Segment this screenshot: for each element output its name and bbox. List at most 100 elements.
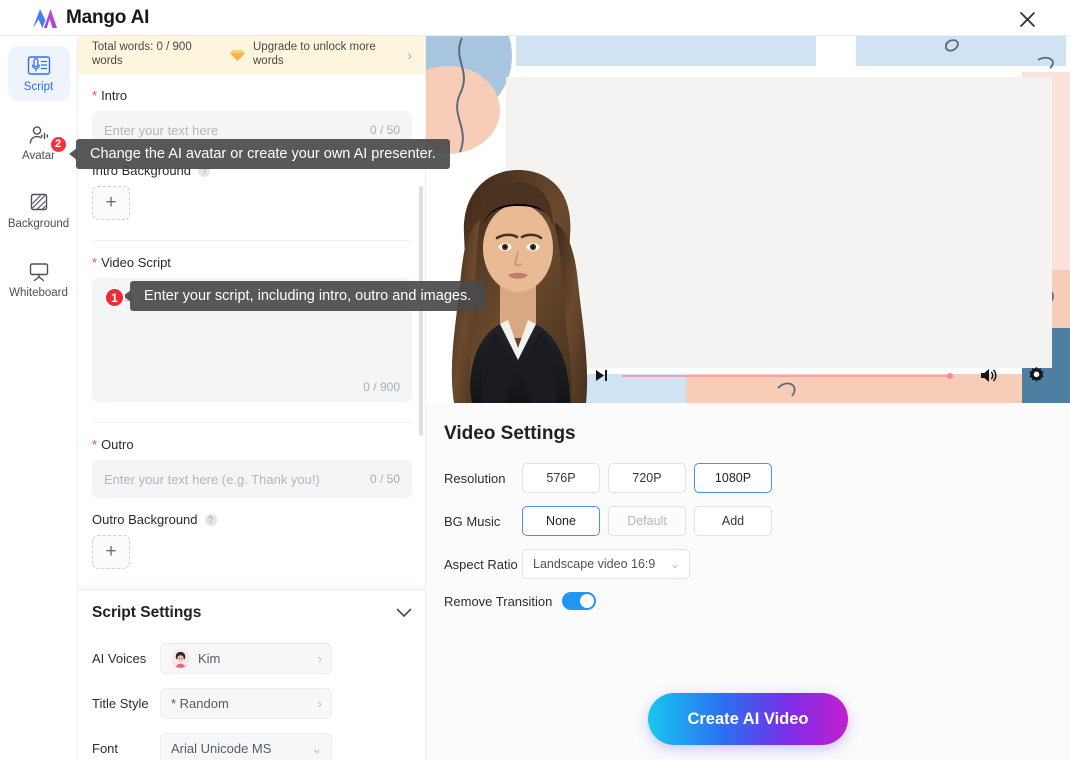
required-asterisk: *	[92, 88, 98, 103]
tooltip-avatar: Change the AI avatar or create your own …	[69, 139, 450, 169]
whiteboard-icon	[29, 262, 48, 281]
required-asterisk: *	[92, 437, 98, 452]
sidebar-item-label: Background	[7, 218, 70, 230]
close-icon	[1019, 11, 1035, 27]
bg-music-option-none[interactable]: None	[522, 506, 600, 536]
gear-icon	[1029, 366, 1044, 382]
help-icon[interactable]: ?	[204, 513, 217, 526]
chevron-right-icon: ›	[317, 696, 322, 711]
app-window: Mango AI Script Avatar 2 Background Whit…	[0, 0, 1070, 760]
voice-avatar-icon	[171, 649, 190, 668]
remove-transition-label: Remove Transition	[444, 593, 553, 609]
resolution-row: Resolution 576P 720P 1080P	[444, 463, 1070, 493]
font-label: Font	[92, 741, 119, 756]
outro-input[interactable]: Enter your text here (e.g. Thank you!) 0…	[92, 460, 412, 498]
brand: Mango AI	[32, 7, 149, 29]
script-scrollbar[interactable]	[419, 186, 423, 436]
resolution-option-1080p[interactable]: 1080P	[694, 463, 772, 493]
aspect-ratio-value: Landscape video 16:9	[533, 557, 656, 571]
sidebar-item-whiteboard[interactable]: Whiteboard	[8, 252, 70, 307]
total-words-label: Total words: 0 / 900 words	[92, 41, 192, 67]
upgrade-banner[interactable]: Total words: 0 / 900 words Upgrade to un…	[78, 36, 425, 74]
video-script-counter: 0 / 900	[363, 380, 400, 394]
upgrade-cta-label: Upgrade to unlock more words	[253, 41, 376, 67]
video-settings-title: Video Settings	[444, 423, 576, 444]
avatar-badge-count: 2	[48, 134, 68, 154]
resolution-option-720p[interactable]: 720P	[608, 463, 686, 493]
chevron-down-icon: ⌄	[311, 740, 322, 756]
bg-music-option-default[interactable]: Default	[608, 506, 686, 536]
close-window-button[interactable]	[1014, 6, 1040, 32]
video-script-label-text: Video Script	[101, 255, 171, 270]
outro-background-add-button[interactable]: +	[92, 535, 130, 569]
title-style-select[interactable]: * Random ›	[160, 688, 332, 719]
ai-voices-label: AI Voices	[92, 651, 147, 666]
video-script-field-block: * Video Script Enter your text here 0 / …	[78, 255, 425, 402]
script-settings-header[interactable]: Script Settings	[92, 590, 412, 636]
sidebar-item-label: Whiteboard	[9, 286, 68, 299]
outro-background-label-text: Outro Background	[92, 512, 198, 527]
intro-placeholder: Enter your text here	[104, 122, 219, 138]
seek-knob[interactable]	[947, 373, 953, 379]
ai-voices-value: Kim	[198, 651, 221, 666]
video-preview[interactable]	[426, 36, 1070, 403]
background-icon	[30, 193, 47, 211]
aspect-ratio-select[interactable]: Landscape video 16:9 ⌄	[522, 549, 690, 579]
font-value: Arial Unicode MS	[171, 741, 272, 756]
intro-background-add-button[interactable]: +	[92, 186, 130, 220]
toggle-knob	[580, 594, 595, 608]
required-asterisk: *	[92, 255, 98, 270]
player-controls	[426, 357, 1070, 393]
ai-voices-select[interactable]: Kim ›	[160, 643, 332, 674]
seek-bar[interactable]	[622, 373, 953, 379]
title-style-row: Title Style * Random ›	[92, 681, 412, 726]
outro-counter: 0 / 50	[369, 472, 400, 486]
volume-button[interactable]	[979, 367, 998, 384]
cta-container: Create AI Video	[426, 693, 1070, 745]
chevron-down-icon[interactable]	[396, 608, 412, 618]
script-settings-title: Script Settings	[92, 604, 202, 621]
chevron-right-icon: ›	[317, 651, 322, 666]
play-next-icon	[596, 369, 607, 381]
video-script-label: * Video Script	[92, 255, 412, 270]
remove-transition-toggle[interactable]	[562, 592, 597, 610]
font-row: Font Arial Unicode MS ⌄	[92, 726, 412, 760]
create-ai-video-button[interactable]: Create AI Video	[648, 693, 848, 745]
avatar-icon	[29, 125, 48, 144]
intro-counter: 0 / 50	[369, 123, 400, 137]
script-icon	[27, 56, 50, 75]
mango-logo-icon	[33, 8, 57, 28]
aspect-ratio-label: Aspect Ratio	[444, 556, 518, 572]
outro-label: * Outro	[92, 437, 412, 452]
aspect-ratio-row: Aspect Ratio Landscape video 16:9 ⌄	[444, 549, 1070, 579]
bg-music-label: BG Music	[444, 513, 501, 529]
title-style-value: * Random	[171, 696, 229, 711]
intro-label: * Intro	[92, 88, 412, 103]
title-bar: Mango AI	[0, 0, 1070, 36]
bg-music-option-add[interactable]: Add	[694, 506, 772, 536]
script-scroll-area: Total words: 0 / 900 words Upgrade to un…	[78, 36, 425, 596]
left-rail: Script Avatar 2 Background Whiteboard	[0, 36, 78, 760]
resolution-option-576p[interactable]: 576P	[522, 463, 600, 493]
video-settings-panel: Video Settings Resolution 576P 720P 1080…	[426, 403, 1070, 760]
chevron-right-icon: ›	[407, 47, 412, 63]
outro-placeholder: Enter your text here (e.g. Thank you!)	[104, 471, 320, 487]
intro-label-text: Intro	[101, 88, 128, 103]
outro-background-label: Outro Background ?	[92, 512, 412, 527]
play-next-button[interactable]	[594, 368, 609, 383]
title-style-label: Title Style	[92, 696, 149, 711]
player-settings-button[interactable]	[1027, 366, 1046, 385]
sidebar-item-background[interactable]: Background	[8, 183, 70, 238]
brand-name: Mango AI	[66, 6, 150, 28]
resolution-label: Resolution	[444, 470, 506, 486]
divider	[92, 422, 412, 423]
sidebar-item-avatar[interactable]: Avatar 2	[8, 115, 70, 170]
script-settings-drawer: Script Settings AI Voices Kim › Title St…	[78, 589, 425, 760]
outro-field-block: * Outro Enter your text here (e.g. Thank…	[78, 437, 425, 569]
outro-label-text: Outro	[101, 437, 134, 452]
chevron-down-icon: ⌄	[669, 557, 680, 571]
tooltip-step-number-1: 1	[104, 287, 125, 308]
sidebar-item-script[interactable]: Script	[7, 46, 70, 101]
bg-music-row: BG Music None Default Add	[444, 506, 1070, 536]
font-select[interactable]: Arial Unicode MS ⌄	[160, 733, 332, 760]
